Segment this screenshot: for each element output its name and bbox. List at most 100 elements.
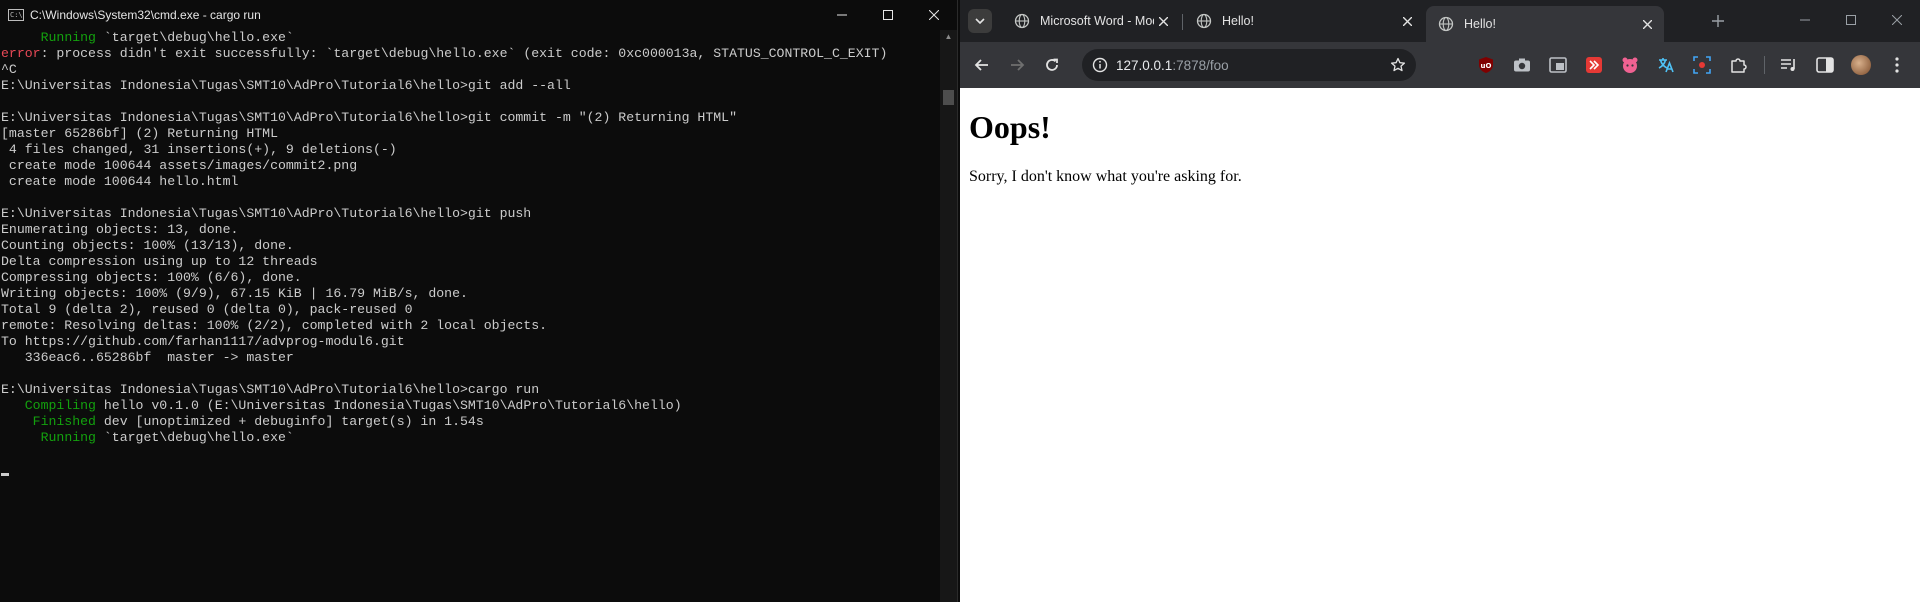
reload-button[interactable] bbox=[1038, 51, 1066, 79]
new-tab-button[interactable] bbox=[1708, 11, 1728, 31]
page-paragraph: Sorry, I don't know what you're asking f… bbox=[969, 168, 1242, 185]
console-text-segment: Total 9 (delta 2), reused 0 (delta 0), p… bbox=[1, 302, 413, 317]
translate-icon[interactable] bbox=[1656, 55, 1676, 75]
cmd-close-button[interactable] bbox=[911, 0, 957, 30]
console-line: E:\Universitas Indonesia\Tugas\SMT10\AdP… bbox=[1, 206, 531, 221]
address-bar[interactable]: 127.0.0.1:7878/foo bbox=[1082, 49, 1416, 81]
tab-label: Hello! bbox=[1464, 17, 1496, 31]
ublock-icon[interactable]: uO bbox=[1476, 55, 1496, 75]
console-cursor bbox=[1, 473, 9, 476]
console-text-segment: [master 65286bf] (2) Returning HTML bbox=[1, 126, 278, 141]
console-line bbox=[1, 462, 9, 477]
cmd-app-icon: C:\ bbox=[8, 9, 24, 21]
tab-close-button[interactable] bbox=[1398, 12, 1416, 30]
console-line: Writing objects: 100% (9/9), 67.15 KiB |… bbox=[1, 286, 468, 301]
close-icon bbox=[1158, 16, 1168, 26]
puzzle-icon[interactable] bbox=[1728, 55, 1748, 75]
tab-close-button[interactable] bbox=[1638, 15, 1656, 33]
console-line: error: process didn't exit successfully:… bbox=[1, 46, 887, 61]
console-text-segment: : process didn't exit successfully: `tar… bbox=[40, 46, 888, 61]
menu-button[interactable] bbox=[1887, 55, 1907, 75]
console-text-segment: Finished bbox=[32, 414, 96, 429]
ext-pink-icon[interactable] bbox=[1620, 55, 1640, 75]
console-line: Running `target\debug\hello.exe` bbox=[1, 30, 294, 45]
console-line: create mode 100644 hello.html bbox=[1, 174, 239, 189]
cmd-console-output[interactable]: Running `target\debug\hello.exe` error: … bbox=[0, 30, 940, 602]
tab-search-button[interactable] bbox=[968, 9, 992, 33]
cmd-console-text: Running `target\debug\hello.exe` error: … bbox=[0, 30, 940, 478]
console-line: Enumerating objects: 13, done. bbox=[1, 222, 238, 237]
console-text-segment: `target\debug\hello.exe` bbox=[95, 30, 294, 45]
tab-label: Microsoft Word - Module 6 - C bbox=[1040, 14, 1154, 28]
console-line: Counting objects: 100% (13/13), done. bbox=[1, 238, 294, 253]
back-button[interactable] bbox=[968, 51, 996, 79]
close-icon bbox=[1402, 16, 1412, 26]
site-info-icon[interactable] bbox=[1092, 57, 1108, 73]
tab-hello-active[interactable]: Hello! bbox=[1426, 6, 1664, 42]
svg-text:uO: uO bbox=[1481, 62, 1492, 70]
console-text-segment: E:\Universitas Indonesia\Tugas\SMT10\AdP… bbox=[1, 78, 571, 93]
console-text-segment bbox=[1, 30, 41, 45]
console-text-segment: E:\Universitas Indonesia\Tugas\SMT10\AdP… bbox=[1, 382, 540, 397]
cmd-titlebar[interactable]: C:\ C:\Windows\System32\cmd.exe - cargo … bbox=[0, 0, 957, 30]
side-panel-icon[interactable] bbox=[1815, 55, 1835, 75]
console-text-segment: 4 files changed, 31 insertions(+), 9 del… bbox=[1, 142, 397, 157]
console-text-segment: Running bbox=[40, 30, 96, 45]
console-line: remote: Resolving deltas: 100% (2/2), co… bbox=[1, 318, 547, 333]
globe-icon bbox=[1438, 16, 1454, 32]
page-heading: Oops! bbox=[969, 109, 1051, 145]
console-text-segment: Counting objects: 100% (13/13), done. bbox=[1, 238, 294, 253]
cmd-maximize-button[interactable] bbox=[865, 0, 911, 30]
forward-button[interactable] bbox=[1003, 51, 1031, 79]
close-icon bbox=[1892, 15, 1902, 25]
console-text-segment: dev [unoptimized + debuginfo] target(s) … bbox=[95, 414, 484, 429]
close-icon bbox=[929, 10, 939, 20]
tab-hello-1[interactable]: Hello! bbox=[1184, 6, 1424, 36]
maximize-icon bbox=[1846, 15, 1856, 25]
console-text-segment: hello v0.1.0 (E:\Universitas Indonesia\T… bbox=[95, 398, 682, 413]
globe-icon bbox=[1196, 13, 1212, 29]
media-controls-icon[interactable] bbox=[1779, 55, 1799, 75]
cmd-scrollbar-thumb[interactable] bbox=[943, 90, 954, 105]
console-text-segment: error bbox=[1, 46, 41, 61]
console-line: E:\Universitas Indonesia\Tugas\SMT10\AdP… bbox=[1, 110, 737, 125]
console-text-segment: create mode 100644 hello.html bbox=[1, 174, 239, 189]
chrome-maximize-button[interactable] bbox=[1828, 0, 1874, 40]
console-text-segment bbox=[1, 414, 33, 429]
console-text-segment: E:\Universitas Indonesia\Tugas\SMT10\AdP… bbox=[1, 110, 737, 125]
console-line: Compiling hello v0.1.0 (E:\Universitas I… bbox=[1, 398, 682, 413]
screen-capture-icon[interactable] bbox=[1692, 55, 1712, 75]
console-line: Delta compression using up to 12 threads bbox=[1, 254, 318, 269]
console-text-segment: ^C bbox=[1, 62, 17, 77]
console-line: Finished dev [unoptimized + debuginfo] t… bbox=[1, 414, 484, 429]
extensions-bar: uO bbox=[1476, 53, 1907, 77]
console-text-segment: Compressing objects: 100% (6/6), done. bbox=[1, 270, 302, 285]
cmd-scrollbar[interactable]: ▲ bbox=[940, 30, 957, 602]
console-text-segment: 336eac6..65286bf master -> master bbox=[1, 350, 294, 365]
console-text-segment: E:\Universitas Indonesia\Tugas\SMT10\AdP… bbox=[1, 206, 532, 221]
tab-close-button[interactable] bbox=[1154, 12, 1172, 30]
browser-toolbar: 127.0.0.1:7878/foo uO bbox=[960, 42, 1920, 88]
bookmark-star-icon[interactable] bbox=[1390, 57, 1406, 73]
minimize-icon bbox=[1800, 19, 1810, 21]
arrow-left-icon bbox=[974, 59, 988, 71]
window-icon[interactable] bbox=[1548, 55, 1568, 75]
console-text-segment: Compiling bbox=[24, 398, 96, 413]
tab-word-module[interactable]: Microsoft Word - Module 6 - C bbox=[1002, 6, 1180, 36]
ext-red-icon[interactable] bbox=[1584, 55, 1604, 75]
console-text-segment: remote: Resolving deltas: 100% (2/2), co… bbox=[1, 318, 548, 333]
console-line: E:\Universitas Indonesia\Tugas\SMT10\AdP… bbox=[1, 78, 571, 93]
console-text-segment: Enumerating objects: 13, done. bbox=[1, 222, 239, 237]
cmd-minimize-button[interactable] bbox=[819, 0, 865, 30]
globe-icon bbox=[1014, 13, 1030, 29]
url-text: 127.0.0.1:7878/foo bbox=[1116, 58, 1229, 73]
close-icon bbox=[1642, 19, 1652, 29]
chrome-minimize-button[interactable] bbox=[1782, 0, 1828, 40]
console-text-segment: create mode 100644 assets/images/commit2… bbox=[1, 158, 358, 173]
chrome-close-button[interactable] bbox=[1874, 0, 1920, 40]
camera-icon[interactable] bbox=[1512, 55, 1532, 75]
cmd-window-title: C:\Windows\System32\cmd.exe - cargo run bbox=[30, 8, 261, 22]
three-dots-vertical-icon bbox=[1895, 57, 1899, 73]
profile-avatar[interactable] bbox=[1851, 55, 1871, 75]
scroll-up-arrow-icon[interactable]: ▲ bbox=[940, 32, 957, 41]
